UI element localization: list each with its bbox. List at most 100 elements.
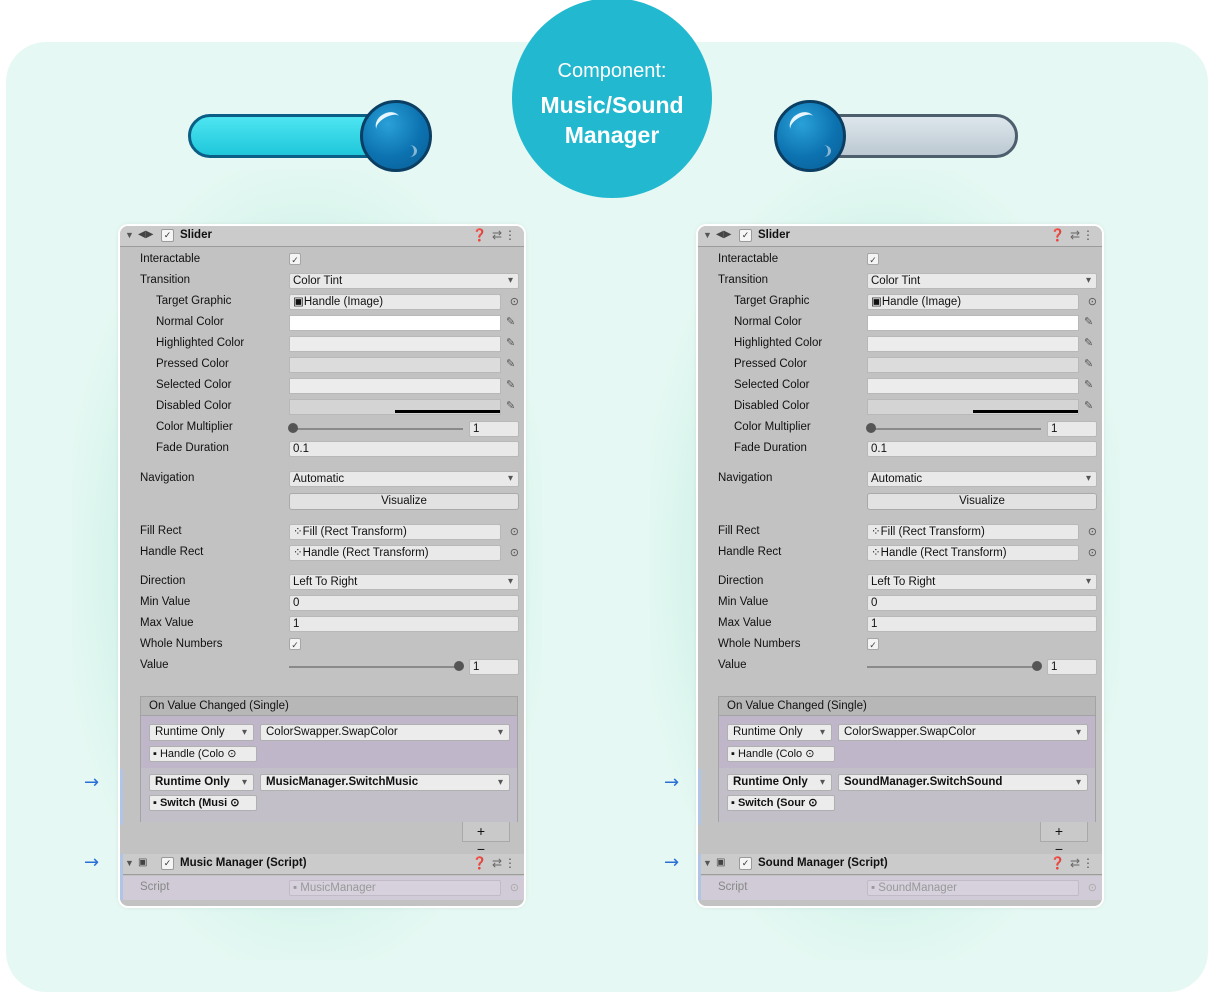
- component-enabled-checkbox[interactable]: ✓: [739, 229, 752, 242]
- eyedropper-icon[interactable]: ✎: [1084, 315, 1093, 328]
- preset-icon[interactable]: ⇄: [1070, 228, 1080, 242]
- target-graphic-field[interactable]: ▣Handle (Image): [289, 294, 501, 310]
- object-picker-icon[interactable]: ⊙: [1088, 546, 1097, 559]
- normal-color-swatch[interactable]: [867, 315, 1079, 331]
- visualize-button[interactable]: Visualize: [867, 493, 1097, 510]
- event2-function-dropdown[interactable]: MusicManager.SwitchMusic ▾: [260, 774, 510, 791]
- event1-runtime-dropdown[interactable]: Runtime Only ▾: [727, 724, 832, 741]
- eyedropper-icon[interactable]: ✎: [1084, 336, 1093, 349]
- value-slider-handle[interactable]: [1032, 661, 1042, 671]
- pressed-color-swatch[interactable]: [867, 357, 1079, 373]
- value-slider-track[interactable]: [867, 666, 1037, 668]
- event2-function-dropdown[interactable]: SoundManager.SwitchSound ▾: [838, 774, 1088, 791]
- event2-object-field[interactable]: ▪ Switch (Musi ⊙: [149, 795, 257, 811]
- eyedropper-icon[interactable]: ✎: [506, 399, 515, 412]
- more-options-icon[interactable]: ⋮: [504, 856, 516, 870]
- disabled-color-swatch[interactable]: [867, 399, 1079, 415]
- event2-object-field[interactable]: ▪ Switch (Sour ⊙: [727, 795, 835, 811]
- navigation-dropdown[interactable]: Automatic: [289, 471, 519, 487]
- object-picker-icon[interactable]: ⊙: [1088, 525, 1097, 538]
- script-component-header[interactable]: ▼ ▣ ✓ Sound Manager (Script) ❓ ⇄ ⋮: [698, 854, 1102, 875]
- component-enabled-checkbox[interactable]: ✓: [739, 857, 752, 870]
- value-input[interactable]: 1: [469, 659, 519, 675]
- slider-component-header[interactable]: ▼ ◀▶ ✓ Slider ❓ ⇄ ⋮: [698, 226, 1102, 247]
- pressed-color-swatch[interactable]: [289, 357, 501, 373]
- more-options-icon[interactable]: ⋮: [1082, 228, 1094, 242]
- fade-duration-input[interactable]: 0.1: [289, 441, 519, 457]
- event1-object-field[interactable]: ▪ Handle (Colo ⊙: [727, 746, 835, 762]
- help-icon[interactable]: ❓: [1050, 228, 1065, 242]
- eyedropper-icon[interactable]: ✎: [506, 378, 515, 391]
- collapse-triangle-icon[interactable]: ▼: [703, 230, 712, 240]
- component-enabled-checkbox[interactable]: ✓: [161, 857, 174, 870]
- event1-runtime-dropdown[interactable]: Runtime Only ▾: [149, 724, 254, 741]
- fill-rect-field[interactable]: ⁘Fill (Rect Transform): [867, 524, 1079, 540]
- more-options-icon[interactable]: ⋮: [504, 228, 516, 242]
- event2-runtime-dropdown[interactable]: Runtime Only ▾: [727, 774, 832, 791]
- help-icon[interactable]: ❓: [1050, 856, 1065, 870]
- help-icon[interactable]: ❓: [472, 228, 487, 242]
- object-picker-icon[interactable]: ⊙: [510, 525, 519, 538]
- slider-component-header[interactable]: ▼ ◀▶ ✓ Slider ❓ ⇄ ⋮: [120, 226, 524, 247]
- eyedropper-icon[interactable]: ✎: [1084, 399, 1093, 412]
- highlighted-color-swatch[interactable]: [867, 336, 1079, 352]
- fill-rect-field[interactable]: ⁘Fill (Rect Transform): [289, 524, 501, 540]
- value-input[interactable]: 1: [1047, 659, 1097, 675]
- preset-icon[interactable]: ⇄: [492, 856, 502, 870]
- target-graphic-field[interactable]: ▣Handle (Image): [867, 294, 1079, 310]
- value-slider-track[interactable]: [289, 666, 459, 668]
- preset-icon[interactable]: ⇄: [492, 228, 502, 242]
- selected-color-swatch[interactable]: [867, 378, 1079, 394]
- max-value-input[interactable]: 1: [289, 616, 519, 632]
- navigation-dropdown[interactable]: Automatic: [867, 471, 1097, 487]
- interactable-checkbox[interactable]: ✓: [867, 253, 879, 265]
- handle-rect-field[interactable]: ⁘Handle (Rect Transform): [867, 545, 1079, 561]
- visualize-button[interactable]: Visualize: [289, 493, 519, 510]
- add-remove-event-buttons[interactable]: + −: [462, 822, 510, 857]
- event2-runtime-dropdown[interactable]: Runtime Only ▾: [149, 774, 254, 791]
- normal-color-swatch[interactable]: [289, 315, 501, 331]
- eyedropper-icon[interactable]: ✎: [1084, 378, 1093, 391]
- toggle-off-knob[interactable]: [774, 100, 846, 172]
- color-multiplier-track[interactable]: [871, 428, 1041, 430]
- toggle-on-knob[interactable]: [360, 100, 432, 172]
- min-value-input[interactable]: 0: [867, 595, 1097, 611]
- value-slider-handle[interactable]: [454, 661, 464, 671]
- whole-numbers-checkbox[interactable]: ✓: [867, 638, 879, 650]
- object-picker-icon[interactable]: ⊙: [510, 546, 519, 559]
- transition-dropdown[interactable]: Color Tint: [867, 273, 1097, 289]
- color-multiplier-input[interactable]: 1: [1047, 421, 1097, 437]
- component-enabled-checkbox[interactable]: ✓: [161, 229, 174, 242]
- event1-function-dropdown[interactable]: ColorSwapper.SwapColor ▾: [838, 724, 1088, 741]
- interactable-checkbox[interactable]: ✓: [289, 253, 301, 265]
- color-multiplier-handle[interactable]: [866, 423, 876, 433]
- color-multiplier-handle[interactable]: [288, 423, 298, 433]
- transition-dropdown[interactable]: Color Tint: [289, 273, 519, 289]
- object-picker-icon[interactable]: ⊙: [510, 295, 519, 308]
- min-value-input[interactable]: 0: [289, 595, 519, 611]
- preset-icon[interactable]: ⇄: [1070, 856, 1080, 870]
- direction-dropdown[interactable]: Left To Right: [289, 574, 519, 590]
- fade-duration-input[interactable]: 0.1: [867, 441, 1097, 457]
- selected-color-swatch[interactable]: [289, 378, 501, 394]
- script-component-header[interactable]: ▼ ▣ ✓ Music Manager (Script) ❓ ⇄ ⋮: [120, 854, 524, 875]
- eyedropper-icon[interactable]: ✎: [506, 336, 515, 349]
- collapse-triangle-icon[interactable]: ▼: [703, 858, 712, 868]
- max-value-input[interactable]: 1: [867, 616, 1097, 632]
- more-options-icon[interactable]: ⋮: [1082, 856, 1094, 870]
- eyedropper-icon[interactable]: ✎: [506, 315, 515, 328]
- whole-numbers-checkbox[interactable]: ✓: [289, 638, 301, 650]
- collapse-triangle-icon[interactable]: ▼: [125, 230, 134, 240]
- event1-function-dropdown[interactable]: ColorSwapper.SwapColor ▾: [260, 724, 510, 741]
- eyedropper-icon[interactable]: ✎: [1084, 357, 1093, 370]
- handle-rect-field[interactable]: ⁘Handle (Rect Transform): [289, 545, 501, 561]
- object-picker-icon[interactable]: ⊙: [1088, 295, 1097, 308]
- collapse-triangle-icon[interactable]: ▼: [125, 858, 134, 868]
- eyedropper-icon[interactable]: ✎: [506, 357, 515, 370]
- color-multiplier-track[interactable]: [293, 428, 463, 430]
- event1-object-field[interactable]: ▪ Handle (Colo ⊙: [149, 746, 257, 762]
- add-remove-event-buttons[interactable]: + −: [1040, 822, 1088, 857]
- color-multiplier-input[interactable]: 1: [469, 421, 519, 437]
- disabled-color-swatch[interactable]: [289, 399, 501, 415]
- direction-dropdown[interactable]: Left To Right: [867, 574, 1097, 590]
